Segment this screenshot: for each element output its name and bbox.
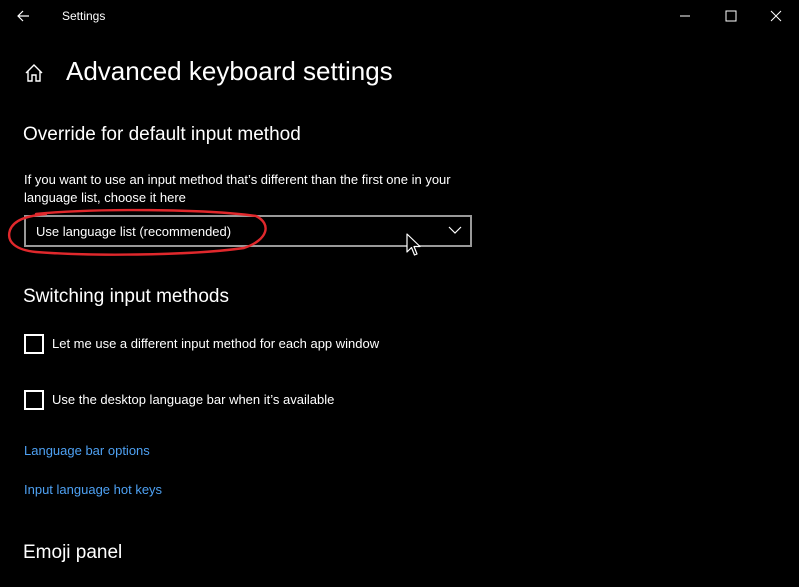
window-title: Settings <box>62 9 106 23</box>
input-method-dropdown[interactable]: Use language list (recommended) <box>24 215 472 247</box>
switching-heading: Switching input methods <box>23 286 229 307</box>
minimize-icon <box>680 15 690 17</box>
dropdown-selected-value: Use language list (recommended) <box>36 224 232 239</box>
maximize-button[interactable] <box>708 0 754 32</box>
close-button[interactable] <box>753 0 799 32</box>
override-description: If you want to use an input method that’… <box>24 172 451 205</box>
desktop-language-bar-label: Use the desktop language bar when it’s a… <box>52 392 335 407</box>
desktop-language-bar-checkbox[interactable] <box>24 390 44 410</box>
back-arrow-icon <box>17 10 29 22</box>
back-button[interactable] <box>10 4 38 28</box>
input-language-hot-keys-link[interactable]: Input language hot keys <box>24 482 162 497</box>
chevron-down-icon <box>448 226 462 234</box>
home-button[interactable] <box>23 62 45 84</box>
title-bar: Settings <box>0 0 799 32</box>
page-title: Advanced keyboard settings <box>66 56 393 86</box>
close-icon <box>770 10 782 22</box>
language-bar-options-link[interactable]: Language bar options <box>24 443 150 458</box>
override-heading: Override for default input method <box>23 124 301 145</box>
per-app-input-checkbox[interactable] <box>24 334 44 354</box>
per-app-input-label: Let me use a different input method for … <box>52 336 380 351</box>
minimize-button[interactable] <box>662 0 708 32</box>
maximize-icon <box>725 10 737 22</box>
home-icon <box>25 64 43 82</box>
emoji-heading: Emoji panel <box>23 542 123 563</box>
mouse-cursor-icon <box>406 233 421 256</box>
